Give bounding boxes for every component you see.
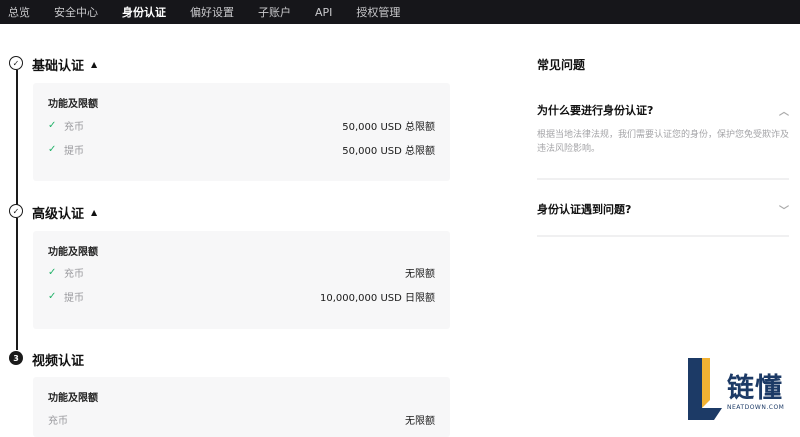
tab-authorization[interactable]: 授权管理 xyxy=(356,4,400,20)
limits-card: 功能及限额 充币 无限额 xyxy=(33,377,450,437)
limit-value: 10,000,000 USD 日限额 xyxy=(320,292,435,304)
faq-question-text: 为什么要进行身份认证? xyxy=(537,104,654,117)
check-icon: ✓ xyxy=(48,266,57,278)
faq-title: 常见问题 xyxy=(537,58,586,72)
card-title: 功能及限额 xyxy=(48,247,98,258)
tab-overview[interactable]: 总览 xyxy=(8,4,30,20)
limit-row: ✓ 充币 无限额 xyxy=(48,264,435,280)
faq-question[interactable]: 身份认证遇到问题? ﹀ xyxy=(537,201,789,217)
tab-sub-accounts[interactable]: 子账户 xyxy=(258,4,291,20)
timeline-line xyxy=(16,218,18,350)
step-number-badge: 3 xyxy=(9,351,23,365)
step-title-text: 高级认证 xyxy=(32,207,85,222)
limit-value: 无限额 xyxy=(405,415,435,427)
limit-row: ✓ 提币 10,000,000 USD 日限额 xyxy=(48,288,435,304)
limits-card: 功能及限额 ✓ 充币 无限额 ✓ 提币 10,000,000 USD 日限额 xyxy=(33,231,450,329)
tab-security-center[interactable]: 安全中心 xyxy=(54,4,98,20)
limit-label: 充币 xyxy=(64,121,84,133)
faq-item: 为什么要进行身份认证? ︿ 根据当地法律法规，我们需要认证您的身份，保护您免受欺… xyxy=(537,102,789,156)
step-complete-icon: ✓ xyxy=(9,204,23,218)
divider xyxy=(537,235,789,237)
step-title-video: 视频认证 xyxy=(32,350,84,369)
faq-question[interactable]: 为什么要进行身份认证? ︿ xyxy=(537,102,789,118)
limit-value: 无限额 xyxy=(405,268,435,280)
limit-label: 提币 xyxy=(64,145,84,157)
chevron-up-icon[interactable]: ︿ xyxy=(779,103,789,118)
caret-up-icon[interactable]: ▲ xyxy=(91,208,97,217)
limit-label: 提币 xyxy=(64,292,84,304)
card-title: 功能及限额 xyxy=(48,99,98,110)
faq-answer: 根据当地法律法规，我们需要认证您的身份，保护您免受欺诈及违法风险影响。 xyxy=(537,130,790,154)
check-icon: ✓ xyxy=(48,143,57,155)
limit-label: 充币 xyxy=(48,415,68,427)
limit-value: 50,000 USD 总限额 xyxy=(342,121,435,133)
card-title: 功能及限额 xyxy=(48,393,98,404)
check-icon: ✓ xyxy=(48,119,57,131)
tab-api[interactable]: API xyxy=(315,6,332,19)
tab-preferences[interactable]: 偏好设置 xyxy=(190,4,234,20)
chevron-down-icon[interactable]: ﹀ xyxy=(779,202,789,217)
caret-up-icon[interactable]: ▲ xyxy=(91,60,97,69)
timeline-line xyxy=(16,70,18,205)
step-title-advanced: 高级认证 ▲ xyxy=(32,203,97,222)
watermark-domain: NEATDOWN.COM xyxy=(727,404,785,411)
faq-item: 身份认证遇到问题? ﹀ xyxy=(537,201,789,217)
top-nav: 总览 安全中心 身份认证 偏好设置 子账户 API 授权管理 xyxy=(0,0,800,24)
step-title-text: 基础认证 xyxy=(32,59,85,74)
limit-row: 充币 无限额 xyxy=(48,411,435,427)
limits-card: 功能及限额 ✓ 充币 50,000 USD 总限额 ✓ 提币 50,000 US… xyxy=(33,83,450,181)
step-title-basic: 基础认证 ▲ xyxy=(32,55,97,74)
tab-identity-verification[interactable]: 身份认证 xyxy=(122,4,166,20)
divider xyxy=(537,178,789,180)
limit-label: 充币 xyxy=(64,268,84,280)
check-icon: ✓ xyxy=(48,290,57,302)
limit-row: ✓ 充币 50,000 USD 总限额 xyxy=(48,117,435,133)
limit-value: 50,000 USD 总限额 xyxy=(342,145,435,157)
step-complete-icon: ✓ xyxy=(9,56,23,70)
faq-question-text: 身份认证遇到问题? xyxy=(537,203,632,216)
watermark-brand: 链懂 xyxy=(727,373,783,404)
limit-row: ✓ 提币 50,000 USD 总限额 xyxy=(48,141,435,157)
step-title-text: 视频认证 xyxy=(32,354,85,369)
